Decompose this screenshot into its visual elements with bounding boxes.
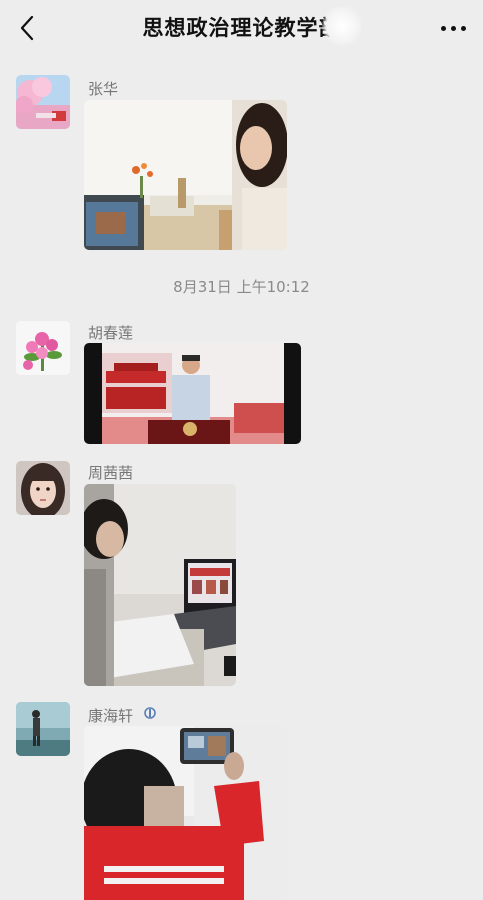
sender-name: 胡春莲 [88,324,134,342]
avatar[interactable] [16,702,70,756]
timestamp: 8月31日 上午10:12 [173,278,310,296]
avatar[interactable] [16,321,70,375]
sender-name: 康海轩 [88,707,134,725]
message-photo[interactable] [84,484,236,686]
more-dot [460,25,466,31]
more-dots-icon [440,25,446,31]
avatar[interactable] [16,75,70,129]
message-photo[interactable] [84,726,287,900]
member-badge-icon [144,707,156,719]
title-blur-overlay [322,6,362,46]
chat-header: 思想政治理论教学部 [0,0,483,56]
avatar[interactable] [16,461,70,515]
sender-name: 周茜茜 [88,464,134,482]
more-button[interactable] [433,14,473,42]
chat-title: 思想政治理论教学部 [142,16,341,40]
message-photo[interactable] [84,100,287,250]
more-dot [450,25,456,31]
sender-name: 张华 [88,80,119,98]
message-photo[interactable] [84,343,301,444]
